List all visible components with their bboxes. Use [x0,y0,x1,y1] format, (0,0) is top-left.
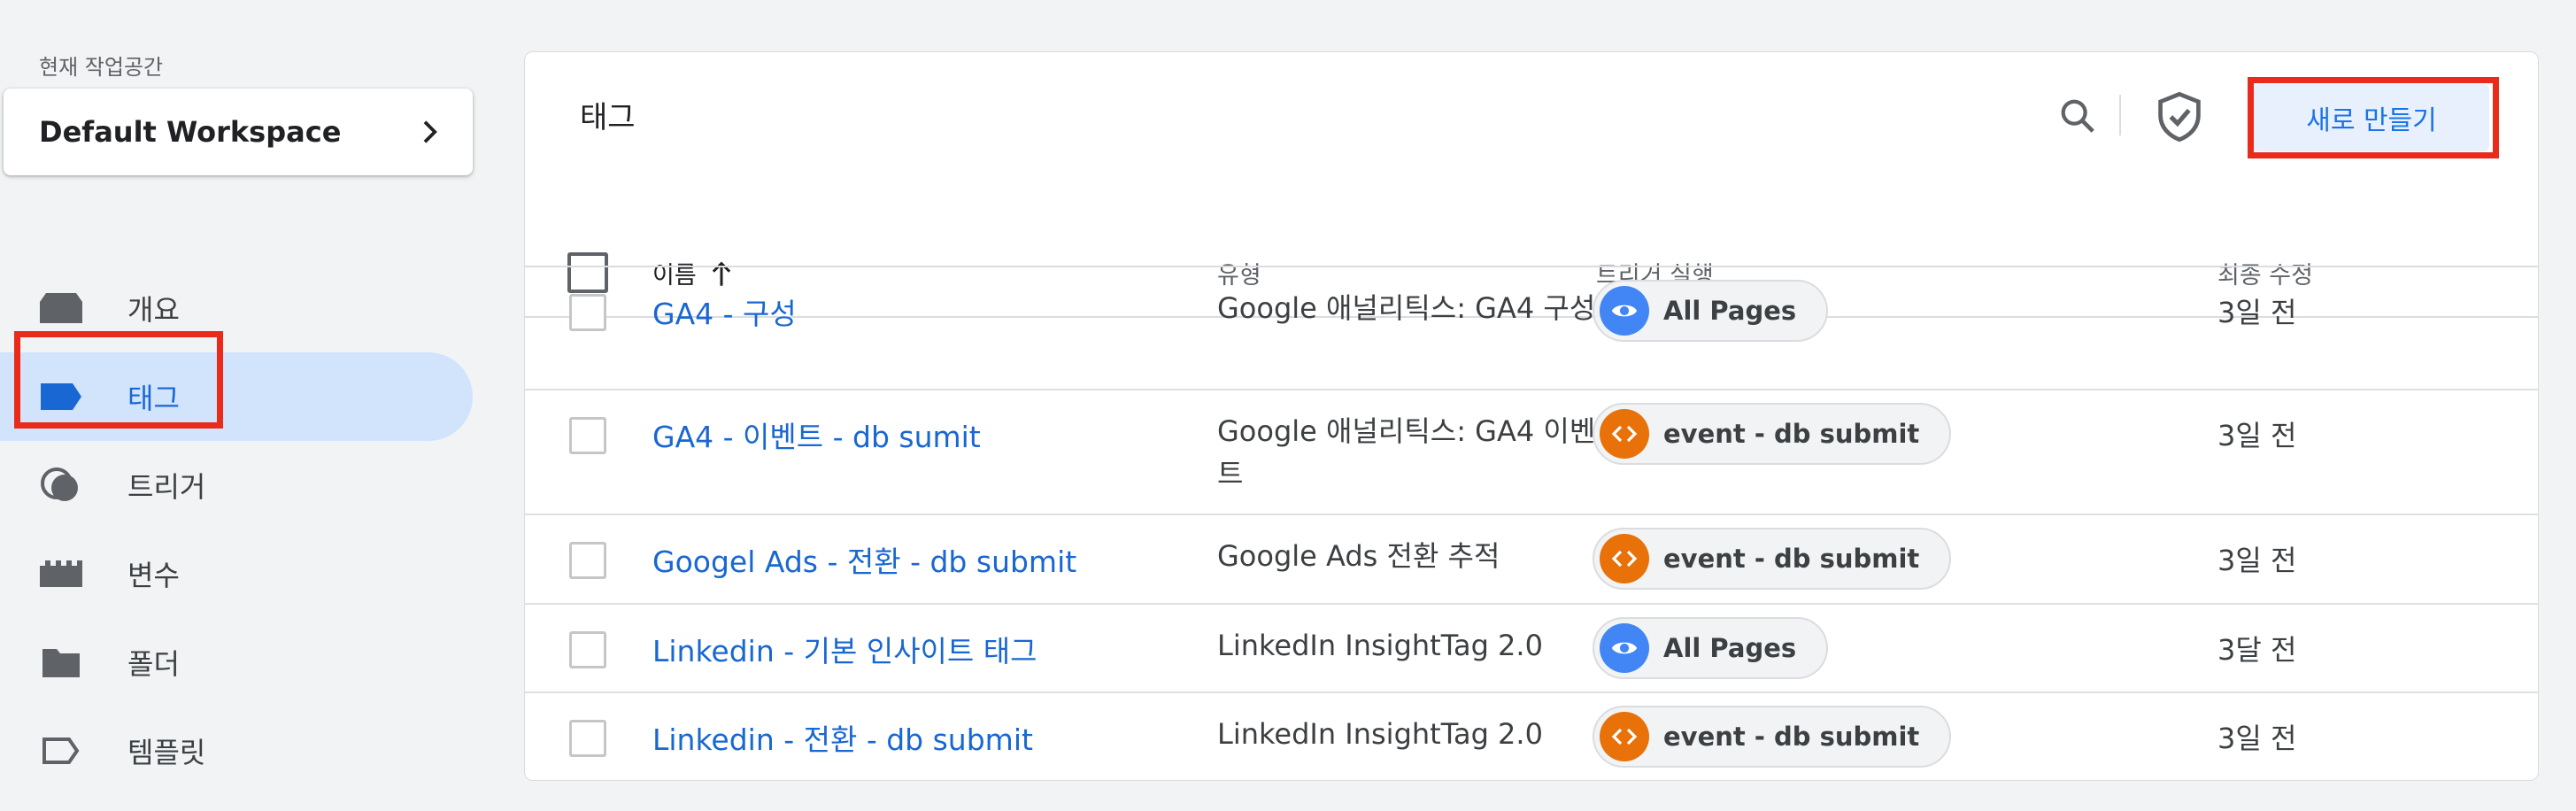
toolbar-divider [2119,95,2121,135]
table-row: Linkedin - 기본 인사이트 태그 LinkedIn InsightTa… [525,605,2538,693]
row-checkbox[interactable] [569,720,606,757]
last-modified: 3일 전 [2217,544,2297,577]
tag-type: Google Ads 전환 추적 [1217,539,1500,573]
tag-type: LinkedIn InsightTag 2.0 [1217,717,1543,751]
sidebar-item-tags[interactable]: 태그 [0,352,473,441]
last-modified: 3달 전 [2217,633,2297,667]
sidebar-nav: 개요 태그 트리거 변수 폴더 템플릿 [0,264,478,795]
trigger-chip-label: event - db submit [1663,544,1920,574]
code-icon [1600,712,1649,761]
sidebar-item-label: 트리거 [127,470,206,504]
trigger-chip-label: event - db submit [1663,419,1920,449]
trigger-chip[interactable]: All Pages [1593,280,1829,342]
table-row: GA4 - 구성 Google 애널리틱스: GA4 구성 All Pages … [525,266,2538,390]
search-button[interactable] [2051,89,2104,143]
code-icon [1600,409,1649,459]
folder-icon [39,643,83,682]
chevron-right-icon [423,120,437,143]
workspace-selector[interactable]: Default Workspace [4,89,473,175]
page-title: 태그 [580,100,636,135]
row-checkbox[interactable] [569,542,606,579]
workspace-label: 현재 작업공간 [39,55,164,80]
variable-icon [39,554,83,593]
tag-icon [39,377,83,416]
new-tag-button[interactable]: 새로 만들기 [2254,84,2489,151]
sidebar-item-label: 개요 [127,293,180,327]
trigger-chip[interactable]: event - db submit [1593,528,1952,590]
tag-name-link[interactable]: Linkedin - 전환 - db submit [652,716,1033,759]
tags-card: 태그 새로 만들기 이름 유형 트리거 실행 최종 수정 GA4 - 구성 Go… [524,51,2539,781]
tag-type: Google 애널리틱스: GA4 이벤트 [1217,414,1596,490]
tag-type: LinkedIn InsightTag 2.0 [1217,629,1543,662]
trigger-chip-label: All Pages [1663,296,1797,326]
tag-name-link[interactable]: GA4 - 이벤트 - db sumit [652,413,981,456]
row-checkbox[interactable] [569,417,606,454]
sidebar-item-label: 변수 [127,559,180,592]
tag-name-link[interactable]: Linkedin - 기본 인사이트 태그 [652,628,1037,670]
sidebar-item-label: 태그 [127,382,180,415]
last-modified: 3일 전 [2217,296,2297,329]
sidebar-item-variables[interactable]: 변수 [0,529,478,618]
search-icon [2061,99,2094,133]
trigger-chip[interactable]: event - db submit [1593,706,1952,768]
trigger-chip[interactable]: All Pages [1593,617,1829,679]
security-button[interactable] [2152,88,2207,146]
sidebar-item-triggers[interactable]: 트리거 [0,441,478,529]
trigger-chip-label: All Pages [1663,633,1797,663]
trigger-icon [39,466,83,505]
sidebar-item-templates[interactable]: 템플릿 [0,707,478,795]
tag-type: Google 애널리틱스: GA4 구성 [1217,291,1596,325]
table-row: Googel Ads - 전환 - db submit Google Ads 전… [525,515,2538,605]
row-checkbox[interactable] [569,294,606,331]
tag-name-link[interactable]: GA4 - 구성 [652,290,797,333]
code-icon [1600,534,1649,583]
trigger-chip-label: event - db submit [1663,722,1920,752]
sidebar-item-label: 템플릿 [127,736,206,769]
sidebar-item-label: 폴더 [127,647,180,681]
eye-icon [1600,623,1649,673]
trigger-chip[interactable]: event - db submit [1593,403,1952,465]
tag-name-link[interactable]: Googel Ads - 전환 - db submit [652,538,1076,581]
sidebar-item-folders[interactable]: 폴더 [0,618,478,707]
last-modified: 3일 전 [2217,419,2297,452]
shield-check-icon [2158,91,2201,143]
table-row: Linkedin - 전환 - db submit LinkedIn Insig… [525,693,2538,780]
template-icon [39,731,83,770]
overview-icon [39,289,83,328]
row-checkbox[interactable] [569,631,606,668]
eye-icon [1600,286,1649,336]
last-modified: 3일 전 [2217,722,2297,755]
table-row: GA4 - 이벤트 - db sumit Google 애널리틱스: GA4 이… [525,390,2538,515]
sidebar-item-overview[interactable]: 개요 [0,264,478,352]
workspace-name: Default Workspace [39,115,342,149]
